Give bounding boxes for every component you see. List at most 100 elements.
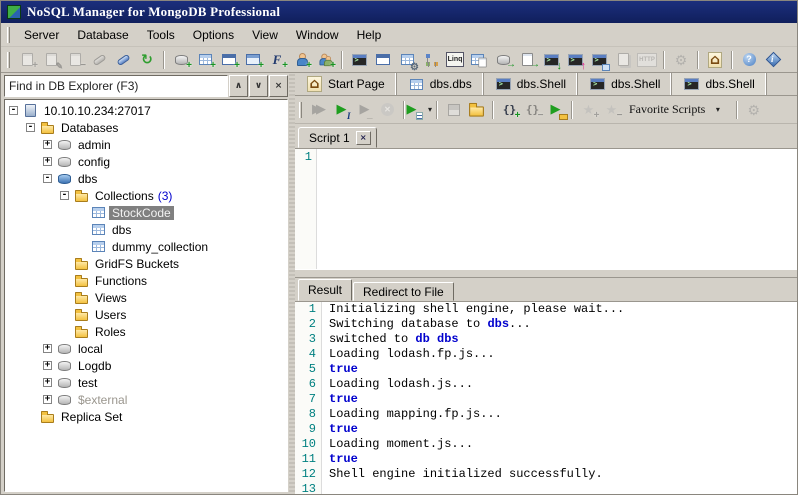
tree-expand-toggle[interactable]: + <box>43 378 52 387</box>
tree-item-gridfs-buckets[interactable]: GridFS Buckets <box>5 255 287 272</box>
add-database-button[interactable]: + <box>169 49 193 71</box>
tree-item-dbs[interactable]: - dbs <box>5 170 287 187</box>
tree-expand-toggle[interactable]: + <box>43 344 52 353</box>
script-editor[interactable]: 1 <box>295 148 797 269</box>
tree-item-users[interactable]: Users <box>5 306 287 323</box>
tree-item-external[interactable]: + $external <box>5 391 287 408</box>
add-user-button[interactable]: + <box>289 49 313 71</box>
tree-item-dummy-collection[interactable]: dummy_collection <box>5 238 287 255</box>
execute-all-button[interactable]: ▶▶ <box>307 99 330 121</box>
db-explorer-tree[interactable]: -10.10.10.234:27017- Databases + admin + conf… <box>4 99 288 492</box>
add-function-button[interactable]: F + <box>265 49 289 71</box>
add-role-button[interactable]: + <box>313 49 337 71</box>
shell-output[interactable]: 1 Initializing shell engine, please wait.… <box>295 301 797 494</box>
search-next-button[interactable]: ∨ <box>249 75 268 97</box>
open-document-viewer-button[interactable] <box>371 49 395 71</box>
register-server-add-button[interactable]: + <box>15 49 39 71</box>
refresh-button[interactable]: ↻ <box>135 49 159 71</box>
tree-item-logdb[interactable]: + Logdb <box>5 357 287 374</box>
tree-item-stockcode[interactable]: StockCode <box>5 204 287 221</box>
menu-options[interactable]: Options <box>184 25 243 45</box>
stop-button[interactable]: ✕ <box>376 99 399 121</box>
tree-item-dbs[interactable]: dbs <box>5 221 287 238</box>
menu-tools[interactable]: Tools <box>138 25 184 45</box>
about-button[interactable]: i <box>761 49 785 71</box>
tree-item-10-10-10-234-27017[interactable]: - 10.10.10.234:27017 <box>5 102 287 119</box>
tab-start-page[interactable]: ⌂ Start Page <box>295 73 397 95</box>
execute-button[interactable]: ▶ I <box>330 99 353 121</box>
menu-database[interactable]: Database <box>68 25 137 45</box>
tree-expand-toggle[interactable]: - <box>43 174 52 183</box>
open-script-button[interactable] <box>465 99 488 121</box>
table-settings-button[interactable]: ⚙ <box>395 49 419 72</box>
add-view-button[interactable]: + <box>217 49 241 71</box>
tree-expand-toggle[interactable]: + <box>43 140 52 149</box>
tab-result[interactable]: Result <box>298 279 353 301</box>
tree-item-functions[interactable]: Functions <box>5 272 287 289</box>
tree-expand-toggle[interactable]: + <box>43 157 52 166</box>
menu-help[interactable]: Help <box>348 25 391 45</box>
http-button[interactable]: HTTP <box>635 49 659 71</box>
connect-button[interactable] <box>87 49 111 71</box>
open-shell-button[interactable]: > <box>347 49 371 71</box>
home-button[interactable]: ⌂ <box>703 49 727 71</box>
tab-script-1[interactable]: Script 1 × <box>298 127 377 148</box>
copy-collection-button[interactable] <box>467 49 491 71</box>
find-in-db-explorer-input[interactable] <box>4 75 228 97</box>
add-gridfs-bucket-button[interactable]: + <box>241 49 265 71</box>
run-script-file-button[interactable]: ▶ <box>544 99 568 121</box>
menu-view[interactable]: View <box>243 25 287 45</box>
tree-item-admin[interactable]: + admin <box>5 136 287 153</box>
console-grid-button[interactable]: > <box>587 49 611 71</box>
search-close-button[interactable]: × <box>269 75 288 97</box>
shell-settings-button[interactable]: ⚙ <box>742 99 765 121</box>
tree-expand-toggle[interactable]: - <box>9 106 18 115</box>
remove-favorite-button[interactable]: ★ − <box>600 99 623 121</box>
linq-query-button[interactable]: Linq <box>443 49 467 71</box>
export-documents-button[interactable]: → <box>515 49 540 71</box>
tab-redirect-to-file[interactable]: Redirect to File <box>353 282 454 301</box>
tree-item-databases[interactable]: - Databases <box>5 119 287 136</box>
page-export-icon: → <box>518 51 540 69</box>
tree-item-replica-set[interactable]: Replica Set <box>5 408 287 425</box>
tab-dbs-shell-1[interactable]: > dbs.Shell <box>484 73 579 95</box>
execute-to-cursor-button[interactable]: ▶ _ <box>353 99 376 121</box>
copy-button[interactable] <box>611 49 635 71</box>
register-server-edit-button[interactable]: ✎ <box>39 49 63 71</box>
tree-expand-toggle[interactable]: + <box>43 395 52 404</box>
console-text: Loading lodash.fp.js... <box>322 347 495 362</box>
schema-analyzer-button[interactable] <box>419 49 443 71</box>
close-script-tab-button[interactable]: × <box>355 130 371 145</box>
tree-expand-toggle[interactable]: - <box>60 191 69 200</box>
menu-window[interactable]: Window <box>287 25 348 45</box>
search-previous-button[interactable]: ∧ <box>229 75 248 97</box>
tree-item-test[interactable]: + test <box>5 374 287 391</box>
register-server-remove-button[interactable]: − <box>63 49 87 71</box>
tree-expand-toggle[interactable]: + <box>43 361 52 370</box>
console-import-button[interactable]: > ↓ <box>539 49 563 71</box>
tree-item-collections[interactable]: - Collections (3) <box>5 187 287 204</box>
tree-item-roles[interactable]: Roles <box>5 323 287 340</box>
editor-body[interactable] <box>317 149 797 269</box>
remove-document-button[interactable]: {} − <box>521 99 544 121</box>
export-database-button[interactable]: → <box>491 49 516 71</box>
tree-item-views[interactable]: Views <box>5 289 287 306</box>
tree-expand-toggle[interactable]: - <box>26 123 35 132</box>
result-splitter[interactable] <box>295 269 797 278</box>
execute-options-button[interactable]: ▶ ▾ <box>407 99 432 121</box>
menu-server[interactable]: Server <box>15 25 68 45</box>
settings-button[interactable]: ⚙ <box>669 49 693 71</box>
disconnect-button[interactable] <box>111 49 135 71</box>
save-script-button[interactable] <box>442 99 465 121</box>
insert-document-button[interactable]: {} + <box>498 99 521 121</box>
help-button[interactable]: ? <box>737 49 761 71</box>
tab-dbs-dbs[interactable]: dbs.dbs <box>397 73 484 95</box>
add-collection-button[interactable]: + <box>193 49 217 71</box>
add-favorite-button[interactable]: ★ + <box>577 99 600 121</box>
tab-dbs-shell-2[interactable]: > dbs.Shell <box>578 73 673 95</box>
console-export-button[interactable]: > ↑ <box>563 49 587 71</box>
favorite-scripts-dropdown[interactable]: Favorite Scripts ▾ <box>623 101 732 119</box>
tab-dbs-shell-3[interactable]: > dbs.Shell <box>672 73 767 95</box>
tree-item-config[interactable]: + config <box>5 153 287 170</box>
tree-item-local[interactable]: + local <box>5 340 287 357</box>
